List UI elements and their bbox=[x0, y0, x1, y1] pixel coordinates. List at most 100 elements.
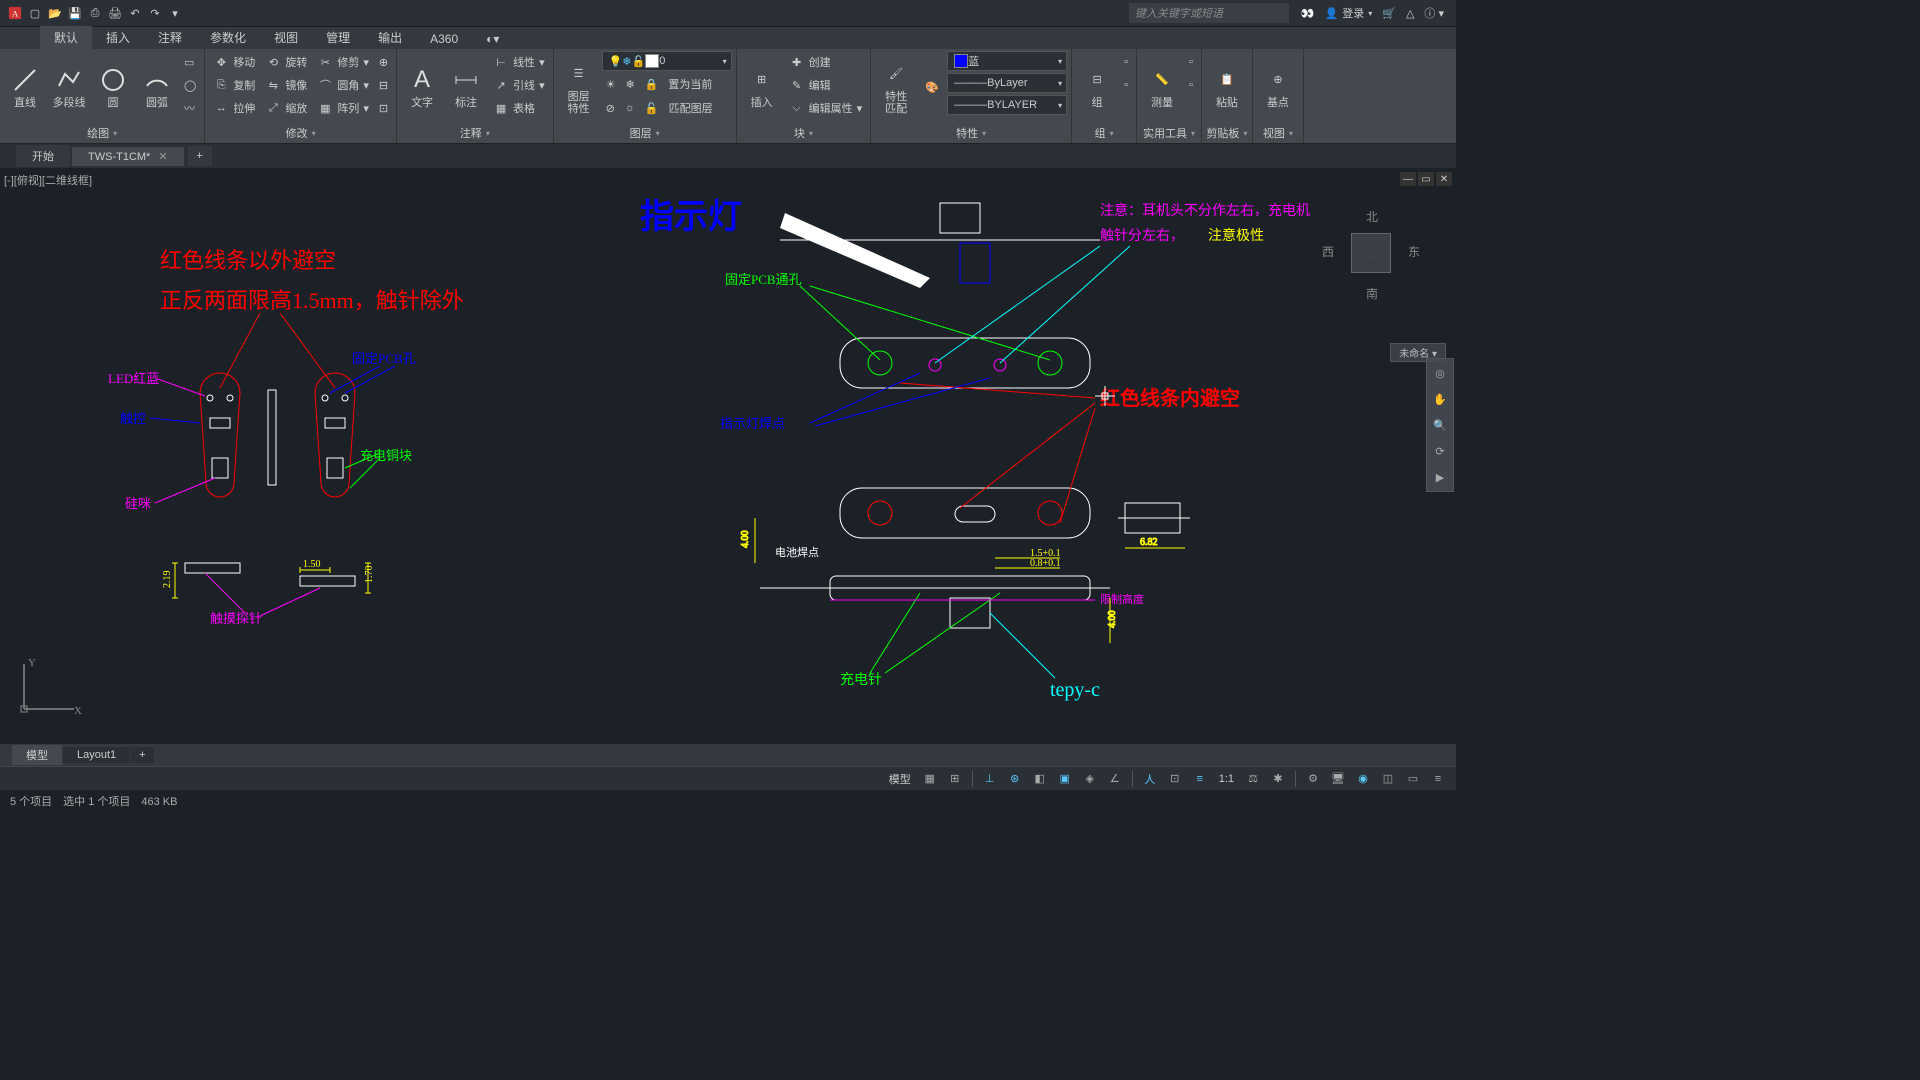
filetab-start[interactable]: 开始 bbox=[16, 145, 70, 167]
prop-extra[interactable]: 🎨 bbox=[919, 51, 945, 123]
sb-custom-icon[interactable]: ≡ bbox=[1426, 769, 1450, 789]
drawing-canvas[interactable]: [-][俯视][二维线框] — ▭ ✕ 红色线条以外避空 正反两面限高1.5mm… bbox=[0, 168, 1456, 744]
layer-match[interactable]: 匹配图层 bbox=[665, 97, 717, 119]
tab-parametric[interactable]: 参数化 bbox=[196, 26, 260, 49]
search-input[interactable]: 键入关键字或短语 bbox=[1129, 3, 1289, 23]
move-button[interactable]: ✥移动 bbox=[209, 51, 259, 73]
tab-manage[interactable]: 管理 bbox=[312, 26, 364, 49]
nav-zoom-icon[interactable]: 🔍 bbox=[1430, 415, 1450, 435]
panel-block-title[interactable]: 块 bbox=[741, 123, 867, 143]
panel-layer-title[interactable]: 图层 bbox=[558, 123, 732, 143]
layer-lock[interactable]: 🔒 bbox=[641, 73, 663, 95]
nav-orbit-icon[interactable]: ⟳ bbox=[1430, 441, 1450, 461]
panel-view-title[interactable]: 视图 bbox=[1257, 123, 1299, 143]
close-icon[interactable]: ✕ bbox=[158, 151, 167, 163]
modify-extra-3[interactable]: ⊡ bbox=[375, 97, 392, 119]
exchange-icon[interactable]: 🛒 bbox=[1382, 7, 1396, 20]
block-edit[interactable]: ✎编辑 bbox=[785, 74, 867, 96]
sb-dyninput-icon[interactable]: ⊡ bbox=[1163, 769, 1187, 789]
print-icon[interactable]: 🖨 bbox=[106, 4, 124, 22]
viewcube-south[interactable]: 南 bbox=[1366, 285, 1378, 302]
sb-grid-icon[interactable]: ▦ bbox=[918, 769, 942, 789]
group-button[interactable]: ⊟组 bbox=[1076, 51, 1118, 123]
arc-button[interactable]: 圆弧 bbox=[136, 51, 178, 123]
util-ex1[interactable]: ▫ bbox=[1185, 51, 1197, 73]
tab-output[interactable]: 输出 bbox=[364, 26, 416, 49]
undo-icon[interactable]: ↶ bbox=[126, 4, 144, 22]
leader-dd[interactable]: ↗引线 ▾ bbox=[489, 74, 549, 96]
sb-ortho-icon[interactable]: ⊥ bbox=[978, 769, 1002, 789]
sb-model-label[interactable]: 模型 bbox=[883, 771, 917, 787]
signin-button[interactable]: 👤登录▾ bbox=[1325, 5, 1373, 21]
tab-view[interactable]: 视图 bbox=[260, 26, 312, 49]
layouttab-add[interactable]: + bbox=[131, 747, 153, 763]
layer-off[interactable]: ⊘ bbox=[602, 97, 619, 119]
qat-dropdown-icon[interactable]: ▾ bbox=[166, 4, 184, 22]
layer-freeze[interactable]: ❄ bbox=[621, 73, 638, 95]
draw-extra-2[interactable]: ◯ bbox=[180, 74, 200, 96]
panel-modify-title[interactable]: 修改 bbox=[209, 123, 392, 143]
copy-button[interactable]: ⎘复制 bbox=[209, 74, 259, 96]
sb-ws-icon[interactable]: ⚙ bbox=[1301, 769, 1325, 789]
sb-hwacc-icon[interactable]: ◉ bbox=[1351, 769, 1375, 789]
tab-a360[interactable]: A360 bbox=[416, 29, 472, 49]
panel-annotate-title[interactable]: 注释 bbox=[401, 123, 549, 143]
measure-button[interactable]: 📏测量 bbox=[1141, 51, 1183, 123]
lineweight-dropdown[interactable]: ——— BYLAYER bbox=[947, 95, 1067, 115]
layouttab-model[interactable]: 模型 bbox=[12, 745, 62, 765]
sb-lwt-icon[interactable]: ≡ bbox=[1188, 769, 1212, 789]
mirror-button[interactable]: ⇋镜像 bbox=[261, 74, 311, 96]
draw-extra-3[interactable]: 〰 bbox=[180, 97, 200, 119]
layerprops-button[interactable]: ☰图层 特性 bbox=[558, 51, 600, 123]
modify-extra-1[interactable]: ⊕ bbox=[375, 51, 392, 73]
tab-default[interactable]: 默认 bbox=[40, 26, 92, 49]
trim-button[interactable]: ✂修剪 ▾ bbox=[313, 51, 373, 73]
stretch-button[interactable]: ↔拉伸 bbox=[209, 97, 259, 119]
binoculars-icon[interactable]: 👀 bbox=[1301, 7, 1315, 20]
panel-clipboard-title[interactable]: 剪贴板 bbox=[1206, 123, 1248, 143]
util-ex2[interactable]: ▫ bbox=[1185, 74, 1197, 96]
help-icon[interactable]: ⓘ ▾ bbox=[1424, 5, 1444, 21]
sb-snap-icon[interactable]: ⊞ bbox=[943, 769, 967, 789]
table-dd[interactable]: ▦表格 bbox=[489, 97, 549, 119]
filetab-document[interactable]: TWS-T1CM*✕ bbox=[72, 147, 184, 166]
panel-draw-title[interactable]: 绘图 bbox=[4, 123, 200, 143]
sb-annovis-icon[interactable]: ✱ bbox=[1266, 769, 1290, 789]
redo-icon[interactable]: ↷ bbox=[146, 4, 164, 22]
open-icon[interactable]: 📂 bbox=[46, 4, 64, 22]
draw-extra-1[interactable]: ▭ bbox=[180, 51, 200, 73]
group-ex1[interactable]: ▫ bbox=[1120, 51, 1132, 73]
array-button[interactable]: ▦阵列 ▾ bbox=[313, 97, 373, 119]
fillet-button[interactable]: ⌒圆角 ▾ bbox=[313, 74, 373, 96]
linear-dd[interactable]: ⊢线性 ▾ bbox=[489, 51, 549, 73]
sb-iso-icon[interactable]: ◧ bbox=[1028, 769, 1052, 789]
layer-thaw[interactable]: ☼ bbox=[621, 97, 639, 119]
sb-scale[interactable]: 1:1 bbox=[1213, 773, 1240, 785]
circle-button[interactable]: 圆 bbox=[92, 51, 134, 123]
sb-dynucs-icon[interactable]: 人 bbox=[1138, 769, 1162, 789]
viewcube-north[interactable]: 北 bbox=[1366, 208, 1378, 225]
viewcube-west[interactable]: 西 bbox=[1322, 243, 1334, 260]
viewcube[interactable]: 上 北 南 东 西 未命名 ▾ bbox=[1316, 198, 1426, 308]
color-dropdown[interactable]: 蓝 bbox=[947, 51, 1067, 71]
insert-button[interactable]: ⊞插入 bbox=[741, 51, 783, 123]
layer-setcurrent[interactable]: 置为当前 bbox=[664, 73, 716, 95]
cloud-icon[interactable]: △ bbox=[1406, 7, 1414, 20]
polyline-button[interactable]: 多段线 bbox=[48, 51, 90, 123]
nav-wheel-icon[interactable]: ◎ bbox=[1430, 363, 1450, 383]
text-button[interactable]: A文字 bbox=[401, 51, 443, 123]
panel-properties-title[interactable]: 特性 bbox=[875, 123, 1067, 143]
viewcube-east[interactable]: 东 bbox=[1408, 243, 1420, 260]
rotate-button[interactable]: ⟲旋转 bbox=[261, 51, 311, 73]
viewcube-face[interactable]: 上 bbox=[1351, 233, 1391, 273]
nav-pan-icon[interactable]: ✋ bbox=[1430, 389, 1450, 409]
tab-addon-icon[interactable]: ◐▾ bbox=[472, 29, 513, 49]
linetype-dropdown[interactable]: ——— ByLayer bbox=[947, 73, 1067, 93]
paste-button[interactable]: 📋粘贴 bbox=[1206, 51, 1248, 123]
panel-utilities-title[interactable]: 实用工具 bbox=[1141, 123, 1197, 143]
nav-showmotion-icon[interactable]: ▶ bbox=[1430, 467, 1450, 487]
saveas-icon[interactable]: ⎙ bbox=[86, 4, 104, 22]
scale-button[interactable]: ⤢缩放 bbox=[261, 97, 311, 119]
sb-3dosnap-icon[interactable]: ◈ bbox=[1078, 769, 1102, 789]
block-create[interactable]: ✚创建 bbox=[785, 51, 867, 73]
